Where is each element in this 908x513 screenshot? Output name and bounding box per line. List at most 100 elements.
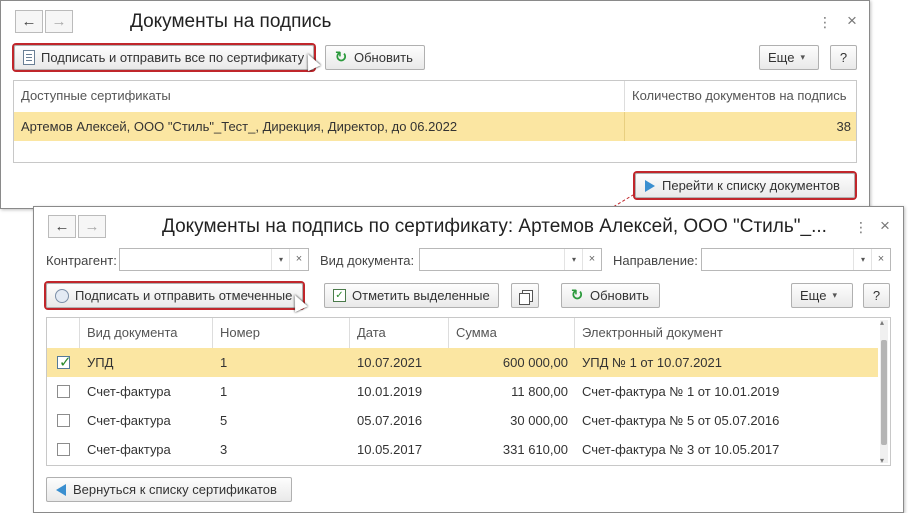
more-button[interactable]: Еще ▾: [759, 45, 819, 70]
refresh-button[interactable]: ↻ Обновить: [325, 45, 425, 70]
table-row[interactable]: Счет-фактура 1 10.01.2019 11 800,00 Счет…: [47, 377, 878, 406]
scrollbar-thumb[interactable]: [881, 340, 887, 445]
counterparty-field[interactable]: ▾ ×: [119, 248, 309, 271]
dropdown-icon[interactable]: ▾: [271, 249, 290, 270]
edoc-cell: Счет-фактура № 5 от 05.07.2016: [582, 413, 780, 428]
forward-arrow-icon[interactable]: →: [78, 215, 106, 238]
refresh-icon: ↻: [334, 48, 348, 66]
row-checkbox[interactable]: [57, 385, 70, 398]
direction-label: Направление:: [613, 253, 698, 268]
column-header-count[interactable]: Количество документов на подпись: [625, 81, 856, 111]
table-row[interactable]: Счет-фактура 5 05.07.2016 30 000,00 Счет…: [47, 406, 878, 435]
edoc-cell: Счет-фактура № 3 от 10.05.2017: [582, 442, 780, 457]
row-checkbox[interactable]: [57, 443, 70, 456]
counterparty-label: Контрагент:: [46, 253, 117, 268]
forward-arrow-icon[interactable]: →: [45, 10, 73, 33]
goto-documents-label: Перейти к списку документов: [662, 178, 840, 193]
more-menu-icon[interactable]: ⋮: [818, 15, 832, 29]
doc-type-cell: Счет-фактура: [87, 384, 171, 399]
close-icon[interactable]: ×: [847, 12, 857, 29]
clear-icon[interactable]: ×: [289, 249, 308, 270]
table-row[interactable]: Артемов Алексей, ООО "Стиль"_Тест_, Дире…: [14, 112, 856, 141]
edoc-cell: Счет-фактура № 1 от 10.01.2019: [582, 384, 780, 399]
column-header-date[interactable]: Дата: [350, 318, 449, 348]
date-cell: 10.07.2021: [357, 355, 423, 370]
sum-cell: 331 610,00: [502, 442, 568, 457]
column-header-doc-type[interactable]: Вид документа: [80, 318, 213, 348]
back-to-certificates-button[interactable]: Вернуться к списку сертификатов: [46, 477, 292, 502]
checkmark-icon: ✓: [333, 289, 346, 302]
sum-cell: 11 800,00: [511, 384, 568, 399]
column-header-check: [47, 318, 80, 348]
certificates-table: Доступные сертификаты Количество докумен…: [13, 80, 857, 163]
clear-icon[interactable]: ×: [582, 249, 601, 270]
number-cell: 3: [220, 442, 228, 457]
stamp-icon: [55, 288, 69, 303]
help-label: ?: [839, 50, 848, 65]
doctype-field[interactable]: ▾ ×: [419, 248, 602, 271]
scroll-down-icon[interactable]: ▾: [880, 456, 884, 465]
row-checkbox[interactable]: [57, 353, 72, 371]
goto-documents-button[interactable]: Перейти к списку документов: [635, 173, 855, 198]
chevron-down-icon: ▾: [832, 290, 837, 300]
more-button[interactable]: Еще ▾: [791, 283, 853, 308]
number-cell: 1: [220, 355, 228, 370]
direction-field[interactable]: ▾ ×: [701, 248, 891, 271]
more-label: Еще: [800, 288, 827, 303]
date-cell: 10.05.2017: [357, 442, 423, 457]
edoc-cell: УПД № 1 от 10.07.2021: [582, 355, 722, 370]
column-header-sum[interactable]: Сумма: [449, 318, 575, 348]
help-button[interactable]: ?: [863, 283, 890, 308]
more-label: Еще: [768, 50, 795, 65]
window-title: Документы на подпись по сертификату: Арт…: [162, 216, 827, 237]
copy-icon: [518, 289, 533, 305]
dropdown-icon[interactable]: ▾: [564, 249, 583, 270]
back-arrow-icon[interactable]: ←: [15, 10, 43, 33]
doc-type-cell: Счет-фактура: [87, 413, 171, 428]
back-arrow-icon[interactable]: ←: [48, 215, 76, 238]
copy-button[interactable]: [511, 283, 539, 308]
sign-selected-button[interactable]: Подписать и отправить отмеченные: [46, 283, 303, 308]
sign-all-button[interactable]: Подписать и отправить все по сертификату: [14, 45, 314, 70]
help-button[interactable]: ?: [830, 45, 857, 70]
doctype-label: Вид документа:: [320, 253, 415, 268]
doc-type-cell: Счет-фактура: [87, 442, 171, 457]
back-to-certificates-label: Вернуться к списку сертификатов: [73, 482, 277, 497]
document-sign-icon: [23, 50, 35, 65]
chevron-down-icon: ▾: [800, 52, 805, 62]
window-title: Документы на подпись: [130, 11, 332, 32]
mark-selected-label: Отметить выделенные: [352, 288, 490, 303]
sum-cell: 30 000,00: [510, 413, 568, 428]
documents-table: Вид документа Номер Дата Сумма Электронн…: [46, 317, 891, 466]
mark-selected-button[interactable]: ✓ Отметить выделенные: [324, 283, 499, 308]
column-header-number[interactable]: Номер: [213, 318, 350, 348]
certificate-cell: Артемов Алексей, ООО "Стиль"_Тест_, Дире…: [14, 112, 625, 141]
refresh-label: Обновить: [354, 50, 413, 65]
date-cell: 05.07.2016: [357, 413, 423, 428]
row-checkbox[interactable]: [57, 414, 70, 427]
table-row[interactable]: УПД 1 10.07.2021 600 000,00 УПД № 1 от 1…: [47, 348, 878, 377]
table-row[interactable]: Счет-фактура 3 10.05.2017 331 610,00 Сче…: [47, 435, 878, 464]
certificates-window: ← → Документы на подпись ⋮ × Подписать и…: [0, 0, 870, 209]
arrow-right-icon: [644, 179, 656, 193]
vertical-scrollbar[interactable]: ▴ ▾: [880, 318, 888, 465]
number-cell: 1: [220, 384, 228, 399]
refresh-label: Обновить: [590, 288, 649, 303]
more-menu-icon[interactable]: ⋮: [854, 220, 868, 234]
refresh-button[interactable]: ↻ Обновить: [561, 283, 660, 308]
sum-cell: 600 000,00: [502, 355, 568, 370]
sign-selected-label: Подписать и отправить отмеченные: [75, 288, 293, 303]
clear-icon[interactable]: ×: [871, 249, 890, 270]
dropdown-icon[interactable]: ▾: [853, 249, 872, 270]
close-icon[interactable]: ×: [880, 217, 890, 234]
column-header-edoc[interactable]: Электронный документ: [575, 318, 878, 348]
help-label: ?: [872, 288, 881, 303]
number-cell: 5: [220, 413, 228, 428]
count-cell: 38: [836, 119, 851, 134]
refresh-icon: ↻: [570, 286, 584, 304]
doc-type-cell: УПД: [87, 355, 114, 370]
documents-window: ← → Документы на подпись по сертификату:…: [33, 206, 904, 513]
sign-all-label: Подписать и отправить все по сертификату: [41, 50, 305, 65]
scroll-up-icon[interactable]: ▴: [880, 318, 884, 327]
column-header-certificates[interactable]: Доступные сертификаты: [14, 81, 625, 111]
